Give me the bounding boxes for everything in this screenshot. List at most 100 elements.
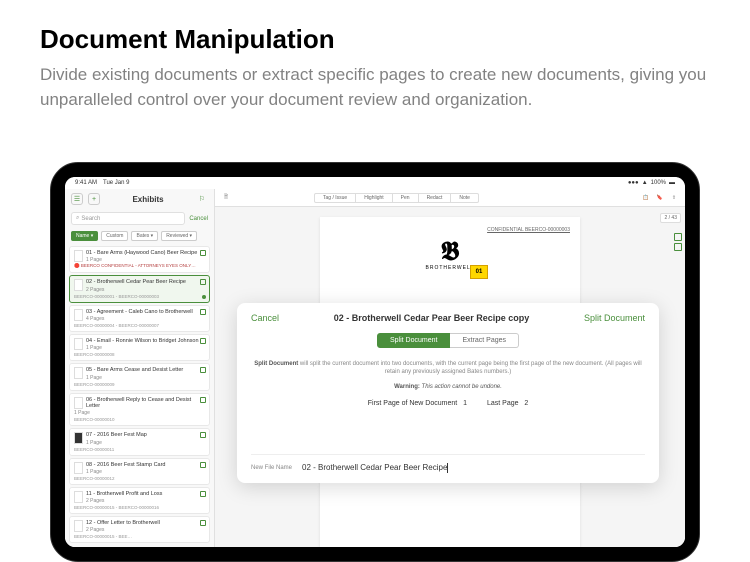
doc-title: 08 - 2016 Beer Fest Stamp Card — [74, 462, 205, 468]
doc-pages: 2 Pages — [74, 287, 205, 293]
doc-item[interactable]: 05 - Bare Arms Cease and Desist Letter 1… — [69, 363, 210, 390]
doc-thumb-icon — [74, 491, 83, 503]
search-input[interactable]: ⌕ Search — [71, 212, 185, 225]
doc-bates: BEERCO-00000004 - BEERCO-00000007 — [74, 323, 205, 328]
doc-item[interactable]: 04 - Email - Ronnie Wilson to Bridget Jo… — [69, 334, 210, 361]
highlight-marker[interactable]: 01 — [470, 265, 488, 279]
tool-segment[interactable]: Tag / Issue — [315, 194, 356, 202]
tool-segment[interactable]: Redact — [419, 194, 452, 202]
doc-item[interactable]: 06 - Brotherwell Reply to Cease and Desi… — [69, 393, 210, 427]
add-icon[interactable]: + — [88, 193, 100, 205]
doc-list[interactable]: 01 - Bare Arms (Haywood Cano) Beer Recip… — [65, 244, 214, 547]
clipboard-icon[interactable]: 📋 — [641, 193, 651, 203]
doc-pages: 1 Page — [74, 440, 205, 446]
sidebar: ☰ + Exhibits ⚐ ⌕ Search Cancel Name ▾ Cu… — [65, 189, 215, 547]
doc-item[interactable]: 03 - Agreement - Caleb Cano to Brotherwe… — [69, 305, 210, 332]
filter-custom[interactable]: Custom — [101, 231, 128, 241]
first-page-label: First Page of New Document — [368, 400, 457, 407]
hero-description: Divide existing documents or extract spe… — [40, 63, 710, 112]
doc-title: 02 - Brotherwell Cedar Pear Beer Recipe — [74, 279, 205, 285]
doc-title: 06 - Brotherwell Reply to Cease and Desi… — [74, 397, 205, 410]
doc-pages: 1 Page — [74, 345, 205, 351]
doc-check-icon[interactable] — [200, 462, 206, 468]
bookmark-icon[interactable]: 🔖 — [655, 193, 665, 203]
screen: 9:41 AM Tue Jan 9 ●●● ▲ 100% ▬ ☰ + Exhib… — [65, 177, 685, 547]
doc-item[interactable]: 01 - Bare Arms (Haywood Cano) Beer Recip… — [69, 246, 210, 273]
doc-thumb-icon — [74, 338, 83, 350]
doc-bates: BEERCO-00000009 — [74, 382, 205, 387]
doc-bates: BEERCO-00000001 - BEERCO-00000003 — [74, 294, 205, 299]
sidebar-header: ☰ + Exhibits ⚐ — [65, 189, 214, 209]
doc-thumb-icon — [74, 397, 83, 409]
search-row: ⌕ Search Cancel — [65, 209, 214, 228]
doc-item[interactable]: 07 - 2016 Beer Fest Map 1 Page BEERCO-00… — [69, 428, 210, 455]
doc-check-icon[interactable] — [200, 309, 206, 315]
modal-header: Cancel 02 - Brotherwell Cedar Pear Beer … — [251, 313, 645, 323]
share-icon[interactable]: ⇧ — [669, 193, 679, 203]
last-page-label: Last Page — [487, 400, 519, 407]
filter-bates[interactable]: Bates ▾ — [131, 231, 158, 241]
doc-thumb-icon — [74, 367, 83, 379]
doc-check-icon[interactable] — [200, 397, 206, 403]
tab-split[interactable]: Split Document — [377, 333, 450, 348]
doc-thumb-icon — [74, 309, 83, 321]
doc-item[interactable]: 11 - Brotherwell Profit and Loss 2 Pages… — [69, 487, 210, 514]
doc-pages: 1 Page — [74, 375, 205, 381]
tag-icon[interactable]: ⚐ — [196, 193, 208, 205]
doc-check-icon[interactable] — [200, 338, 206, 344]
menu-icon[interactable]: ☰ — [71, 193, 83, 205]
hero-section: Document Manipulation Divide existing do… — [0, 0, 750, 128]
tool-segment[interactable]: Highlight — [356, 194, 392, 202]
doc-check-icon[interactable] — [200, 432, 206, 438]
filter-name[interactable]: Name ▾ — [71, 231, 98, 241]
doc-thumb-icon — [74, 250, 83, 262]
search-icon: ⌕ — [76, 215, 79, 222]
doc-pages: 1 Page — [74, 410, 205, 416]
doc-check-icon[interactable] — [200, 250, 206, 256]
tool-segments: Tag / IssueHighlightPenRedactNote — [314, 193, 479, 203]
doc-title: 04 - Email - Ronnie Wilson to Bridget Jo… — [74, 338, 205, 344]
doc-title: 07 - 2016 Beer Fest Map — [74, 432, 205, 438]
doc-thumb-icon — [74, 462, 83, 474]
filename-label: New File Name — [251, 465, 292, 471]
tool-segment[interactable]: Pen — [393, 194, 419, 202]
doc-title: 03 - Agreement - Caleb Cano to Brotherwe… — [74, 309, 205, 315]
doc-bates: BEERCO-00000015 - BEERCO-00000016 — [74, 505, 205, 510]
doc-title: 11 - Brotherwell Profit and Loss — [74, 491, 205, 497]
doc-icon[interactable]: 🗎 — [221, 193, 231, 203]
first-page-value: 1 — [463, 400, 467, 407]
doc-item[interactable]: 08 - 2016 Beer Fest Stamp Card 1 Page BE… — [69, 458, 210, 485]
marker-2[interactable] — [674, 243, 682, 251]
side-markers — [674, 233, 682, 251]
search-placeholder: Search — [81, 216, 100, 222]
modal-split-button[interactable]: Split Document — [584, 313, 645, 323]
toolbar: 🗎 Tag / IssueHighlightPenRedactNote 📋 🔖 … — [215, 189, 685, 207]
doc-pages: 1 Page — [74, 469, 205, 475]
marker-1[interactable] — [674, 233, 682, 241]
device-frame: 9:41 AM Tue Jan 9 ●●● ▲ 100% ▬ ☰ + Exhib… — [50, 162, 700, 562]
modal-filename-row: New File Name 02 - Brotherwell Cedar Pea… — [251, 454, 645, 473]
doc-check-icon[interactable] — [200, 520, 206, 526]
tool-segment[interactable]: Note — [451, 194, 478, 202]
tab-extract[interactable]: Extract Pages — [450, 333, 519, 348]
doc-item[interactable]: 12 - Offer Letter to Brotherwell 2 Pages… — [69, 516, 210, 543]
filter-reviewed[interactable]: Reviewed ▾ — [161, 231, 197, 241]
signal-icon: ▲ — [642, 180, 648, 186]
status-date: Tue Jan 9 — [103, 180, 129, 186]
doc-bates: BEERCO-00000008 — [74, 352, 205, 357]
doc-bates: BEERCO-00000015 - BEE… — [74, 534, 205, 539]
filename-input[interactable]: 02 - Brotherwell Cedar Pear Beer Recipe — [302, 463, 645, 473]
doc-item[interactable]: 02 - Brotherwell Cedar Pear Beer Recipe … — [69, 275, 210, 302]
modal-warning: Warning: This action cannot be undone. — [251, 384, 645, 390]
logo-mark: 𝕭 — [330, 239, 570, 265]
doc-check-icon[interactable] — [200, 491, 206, 497]
doc-check-icon[interactable] — [200, 279, 206, 285]
doc-check-icon[interactable] — [200, 367, 206, 373]
modal-tabs: Split Document Extract Pages — [251, 333, 645, 348]
status-time: 9:41 AM — [75, 180, 97, 186]
modal-cancel-button[interactable]: Cancel — [251, 313, 279, 323]
search-cancel[interactable]: Cancel — [189, 216, 208, 222]
doc-thumb-icon — [74, 279, 83, 291]
doc-pages: 4 Pages — [74, 316, 205, 322]
logo-name: BROTHERWELL — [330, 265, 570, 271]
